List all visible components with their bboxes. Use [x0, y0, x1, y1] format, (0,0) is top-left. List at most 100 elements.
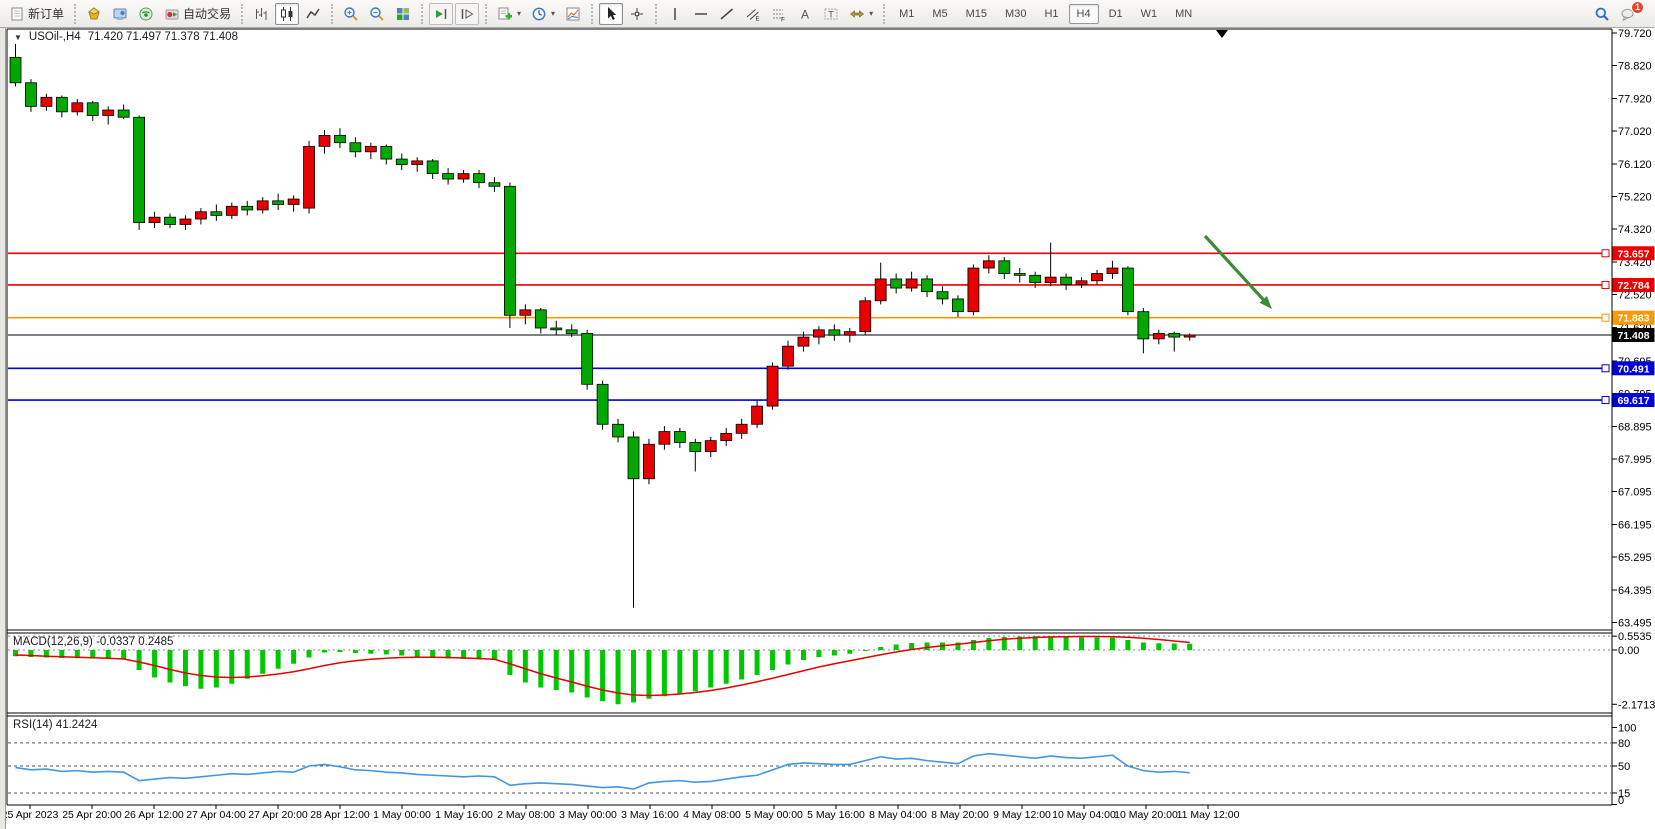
candle: [1122, 268, 1133, 312]
timeframe-button-H1[interactable]: H1: [1036, 4, 1066, 24]
timeframe-button-W1[interactable]: W1: [1133, 4, 1166, 24]
cursor-button[interactable]: [599, 3, 623, 25]
macd-histogram-bar: [322, 650, 327, 653]
svg-text:1 May 00:00: 1 May 00:00: [373, 809, 431, 821]
trendline-button[interactable]: [715, 3, 739, 25]
chart-menu-arrow-icon[interactable]: ▼: [14, 33, 22, 42]
bars-icon: [253, 6, 269, 22]
bar-chart-button[interactable]: [249, 3, 273, 25]
timeframe-button-M30[interactable]: M30: [997, 4, 1034, 24]
zoom-in-button[interactable]: [339, 3, 363, 25]
macd-histogram-bar: [168, 650, 173, 683]
macd-histogram-bar: [616, 650, 621, 704]
timeframe-button-H4[interactable]: H4: [1069, 4, 1099, 24]
macd-histogram-bar: [971, 640, 976, 650]
macd-histogram-bar: [152, 650, 157, 678]
timeframe-button-MN[interactable]: MN: [1167, 4, 1200, 24]
candle: [922, 279, 933, 292]
search-button[interactable]: [1590, 3, 1614, 25]
zoom-out-icon: [369, 6, 385, 22]
line-chart-button[interactable]: [301, 3, 325, 25]
candle: [952, 299, 963, 312]
svg-text:4 May 08:00: 4 May 08:00: [683, 809, 741, 821]
horizontal-line-button[interactable]: [689, 3, 713, 25]
timeframe-button-D1[interactable]: D1: [1101, 4, 1131, 24]
timeframe-button-M5[interactable]: M5: [924, 4, 955, 24]
toolbar-right-group: 1: [1589, 3, 1641, 25]
toolbar-separator: [591, 4, 593, 24]
auto-trading-button[interactable]: 自动交易: [160, 3, 235, 25]
svg-text:65.295: 65.295: [1618, 552, 1652, 564]
crosshair-button[interactable]: [625, 3, 649, 25]
new-order-button[interactable]: 新订单: [5, 3, 68, 25]
svg-text:77.020: 77.020: [1618, 126, 1652, 138]
candle: [813, 330, 824, 337]
candle: [458, 174, 469, 179]
channel-icon: E: [745, 6, 761, 22]
equidistant-channel-button[interactable]: E: [741, 3, 765, 25]
templates-button[interactable]: [561, 3, 585, 25]
candle: [474, 174, 485, 183]
candle: [1107, 268, 1118, 273]
fibonacci-button[interactable]: F: [767, 3, 791, 25]
macd-histogram-bar: [925, 643, 930, 651]
hline-icon: [693, 6, 709, 22]
arrows-button[interactable]: ▾: [845, 3, 877, 25]
svg-text:64.395: 64.395: [1618, 585, 1652, 597]
macd-histogram-bar: [816, 650, 821, 657]
text-button[interactable]: A: [793, 3, 817, 25]
timeframe-button-M15[interactable]: M15: [958, 4, 995, 24]
candle: [783, 346, 794, 366]
macd-histogram-bar: [245, 650, 250, 679]
candle: [350, 143, 361, 152]
macd-histogram-bar: [368, 650, 373, 654]
macd-histogram-bar: [1110, 638, 1115, 650]
candle: [1014, 274, 1025, 276]
candle: [643, 444, 654, 479]
window-left-edge: [0, 28, 6, 829]
macd-histogram-bar: [337, 650, 342, 652]
candle: [25, 83, 36, 107]
macd-histogram-bar: [1187, 644, 1192, 650]
svg-text:72.784: 72.784: [1617, 280, 1649, 292]
tile-windows-button[interactable]: [391, 3, 415, 25]
candlestick-chart-button[interactable]: [275, 3, 299, 25]
svg-text:73.657: 73.657: [1617, 248, 1649, 260]
auto-scroll-button[interactable]: [429, 3, 453, 25]
signal-icon-button[interactable]: [134, 3, 158, 25]
svg-text:9 May 12:00: 9 May 12:00: [993, 809, 1051, 821]
macd-histogram-bar: [708, 650, 713, 688]
chart-canvas[interactable]: 79.72078.82077.92077.02076.12075.22074.3…: [0, 28, 1655, 829]
candle: [736, 424, 747, 433]
candle: [273, 201, 284, 205]
periods-button[interactable]: ▾: [527, 3, 559, 25]
new-order-icon: [9, 6, 25, 22]
macd-histogram-bar: [801, 650, 806, 660]
terminal-icon-button[interactable]: [108, 3, 132, 25]
arrow-annotation[interactable]: [1205, 236, 1263, 299]
market-icon-button[interactable]: [82, 3, 106, 25]
notifications-button[interactable]: 1: [1616, 3, 1640, 25]
candle: [551, 328, 562, 330]
search-icon: [1594, 6, 1610, 22]
svg-text:F: F: [781, 16, 785, 22]
vertical-line-button[interactable]: [663, 3, 687, 25]
candle: [118, 110, 129, 117]
svg-text:1 May 16:00: 1 May 16:00: [435, 809, 493, 821]
candle: [257, 201, 268, 210]
autotrade-icon: [164, 6, 180, 22]
svg-text:3 May 00:00: 3 May 00:00: [559, 809, 617, 821]
chart-shift-button[interactable]: [455, 3, 479, 25]
text-label-button[interactable]: T: [819, 3, 843, 25]
candle: [1184, 335, 1195, 337]
macd-histogram-bar: [847, 650, 852, 654]
svg-text:5 May 16:00: 5 May 16:00: [807, 809, 865, 821]
macd-histogram-bar: [1141, 643, 1146, 651]
svg-text:25 Apr 20:00: 25 Apr 20:00: [62, 809, 122, 821]
svg-text:2 May 08:00: 2 May 08:00: [497, 809, 555, 821]
timeframe-button-M1[interactable]: M1: [891, 4, 922, 24]
zoom-out-button[interactable]: [365, 3, 389, 25]
candle: [999, 261, 1010, 274]
macd-histogram-bar: [307, 650, 312, 658]
indicators-button[interactable]: ▾: [493, 3, 525, 25]
